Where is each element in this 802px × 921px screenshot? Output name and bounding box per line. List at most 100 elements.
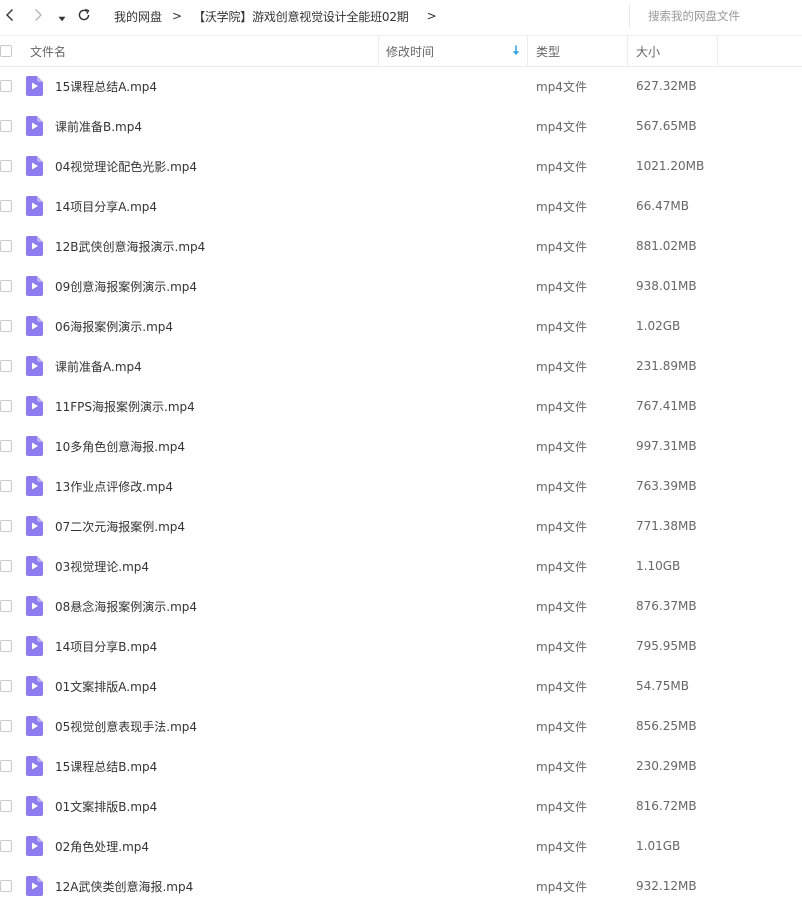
file-size: 938.01MB bbox=[636, 279, 697, 293]
table-row[interactable]: 14项目分享A.mp4 mp4文件 66.47MB bbox=[0, 186, 802, 226]
row-checkbox[interactable] bbox=[0, 440, 12, 452]
file-name[interactable]: 12B武侠创意海报演示.mp4 bbox=[55, 226, 205, 266]
search-input[interactable] bbox=[648, 6, 798, 26]
row-checkbox[interactable] bbox=[0, 200, 12, 212]
column-header-size[interactable]: 大小 bbox=[636, 36, 660, 66]
row-checkbox[interactable] bbox=[0, 240, 12, 252]
video-file-icon bbox=[26, 146, 43, 186]
row-checkbox[interactable] bbox=[0, 800, 12, 812]
file-type: mp4文件 bbox=[536, 319, 587, 334]
column-header-type[interactable]: 类型 bbox=[536, 36, 560, 66]
table-row[interactable]: 01文案排版B.mp4 mp4文件 816.72MB bbox=[0, 786, 802, 826]
row-checkbox[interactable] bbox=[0, 760, 12, 772]
breadcrumb-current-folder[interactable]: 【沃学院】游戏创意视觉设计全能班02期 bbox=[193, 8, 409, 25]
file-name[interactable]: 07二次元海报案例.mp4 bbox=[55, 506, 185, 546]
file-type: mp4文件 bbox=[536, 839, 587, 854]
row-checkbox[interactable] bbox=[0, 720, 12, 732]
file-name[interactable]: 01文案排版A.mp4 bbox=[55, 666, 157, 706]
table-row[interactable]: 05视觉创意表现手法.mp4 mp4文件 856.25MB bbox=[0, 706, 802, 746]
table-row[interactable]: 课前准备A.mp4 mp4文件 231.89MB bbox=[0, 346, 802, 386]
video-file-icon bbox=[26, 186, 43, 226]
file-name[interactable]: 01文案排版B.mp4 bbox=[55, 786, 157, 826]
file-name[interactable]: 08悬念海报案例演示.mp4 bbox=[55, 586, 197, 626]
file-name[interactable]: 15课程总结A.mp4 bbox=[55, 66, 157, 106]
row-checkbox[interactable] bbox=[0, 560, 12, 572]
breadcrumb-separator: > bbox=[172, 9, 183, 23]
column-divider[interactable] bbox=[627, 36, 628, 66]
file-size: 567.65MB bbox=[636, 119, 697, 133]
table-row[interactable]: 15课程总结B.mp4 mp4文件 230.29MB bbox=[0, 746, 802, 786]
column-divider[interactable] bbox=[378, 36, 379, 66]
file-name[interactable]: 11FPS海报案例演示.mp4 bbox=[55, 386, 195, 426]
select-all-checkbox[interactable] bbox=[0, 45, 12, 57]
column-divider[interactable] bbox=[527, 36, 528, 66]
column-header-mtime[interactable]: 修改时间 bbox=[386, 36, 526, 66]
row-checkbox[interactable] bbox=[0, 360, 12, 372]
file-name[interactable]: 14项目分享A.mp4 bbox=[55, 186, 157, 226]
row-checkbox-cell bbox=[0, 106, 12, 146]
table-row[interactable]: 12A武侠类创意海报.mp4 mp4文件 932.12MB bbox=[0, 866, 802, 906]
row-checkbox[interactable] bbox=[0, 520, 12, 532]
table-row[interactable]: 07二次元海报案例.mp4 mp4文件 771.38MB bbox=[0, 506, 802, 546]
table-row[interactable]: 12B武侠创意海报演示.mp4 mp4文件 881.02MB bbox=[0, 226, 802, 266]
row-checkbox[interactable] bbox=[0, 600, 12, 612]
table-row[interactable]: 11FPS海报案例演示.mp4 mp4文件 767.41MB bbox=[0, 386, 802, 426]
history-dropdown-button[interactable] bbox=[54, 4, 70, 28]
row-checkbox[interactable] bbox=[0, 640, 12, 652]
table-row[interactable]: 09创意海报案例演示.mp4 mp4文件 938.01MB bbox=[0, 266, 802, 306]
row-checkbox[interactable] bbox=[0, 680, 12, 692]
row-checkbox[interactable] bbox=[0, 840, 12, 852]
video-file-icon bbox=[26, 866, 43, 906]
file-name[interactable]: 09创意海报案例演示.mp4 bbox=[55, 266, 197, 306]
row-checkbox-cell bbox=[0, 426, 12, 466]
file-type: mp4文件 bbox=[536, 879, 587, 894]
row-checkbox[interactable] bbox=[0, 80, 12, 92]
table-row[interactable]: 14项目分享B.mp4 mp4文件 795.95MB bbox=[0, 626, 802, 666]
table-row[interactable]: 13作业点评修改.mp4 mp4文件 763.39MB bbox=[0, 466, 802, 506]
row-checkbox[interactable] bbox=[0, 320, 12, 332]
table-row[interactable]: 课前准备B.mp4 mp4文件 567.65MB bbox=[0, 106, 802, 146]
row-checkbox[interactable] bbox=[0, 120, 12, 132]
forward-button[interactable] bbox=[26, 4, 50, 28]
table-row[interactable]: 10多角色创意海报.mp4 mp4文件 997.31MB bbox=[0, 426, 802, 466]
file-name[interactable]: 05视觉创意表现手法.mp4 bbox=[55, 706, 197, 746]
file-name[interactable]: 14项目分享B.mp4 bbox=[55, 626, 157, 666]
row-checkbox[interactable] bbox=[0, 280, 12, 292]
table-row[interactable]: 15课程总结A.mp4 mp4文件 627.32MB bbox=[0, 66, 802, 106]
file-size: 230.29MB bbox=[636, 759, 697, 773]
back-button[interactable] bbox=[0, 4, 20, 28]
file-size: 1.01GB bbox=[636, 839, 681, 853]
table-row[interactable]: 03视觉理论.mp4 mp4文件 1.10GB bbox=[0, 546, 802, 586]
table-row[interactable]: 02角色处理.mp4 mp4文件 1.01GB bbox=[0, 826, 802, 866]
file-name[interactable]: 课前准备B.mp4 bbox=[55, 106, 142, 146]
file-type: mp4文件 bbox=[536, 599, 587, 614]
file-name[interactable]: 12A武侠类创意海报.mp4 bbox=[55, 866, 193, 906]
table-row[interactable]: 06海报案例演示.mp4 mp4文件 1.02GB bbox=[0, 306, 802, 346]
row-checkbox[interactable] bbox=[0, 160, 12, 172]
table-header: 文件名 修改时间 类型 大小 bbox=[0, 35, 802, 67]
row-checkbox[interactable] bbox=[0, 880, 12, 892]
row-checkbox-cell bbox=[0, 186, 12, 226]
breadcrumb-home[interactable]: 我的网盘 bbox=[102, 8, 162, 25]
file-name[interactable]: 13作业点评修改.mp4 bbox=[55, 466, 173, 506]
column-divider[interactable] bbox=[717, 36, 718, 66]
chevron-left-icon bbox=[5, 7, 15, 26]
file-name[interactable]: 06海报案例演示.mp4 bbox=[55, 306, 173, 346]
file-name[interactable]: 15课程总结B.mp4 bbox=[55, 746, 157, 786]
row-checkbox-cell bbox=[0, 506, 12, 546]
table-row[interactable]: 01文案排版A.mp4 mp4文件 54.75MB bbox=[0, 666, 802, 706]
file-name[interactable]: 10多角色创意海报.mp4 bbox=[55, 426, 185, 466]
file-name[interactable]: 课前准备A.mp4 bbox=[55, 346, 142, 386]
sort-descending-icon bbox=[512, 45, 520, 59]
breadcrumb-trailing-separator[interactable]: > bbox=[427, 9, 437, 23]
file-name[interactable]: 03视觉理论.mp4 bbox=[55, 546, 149, 586]
file-name[interactable]: 02角色处理.mp4 bbox=[55, 826, 149, 866]
caret-down-icon bbox=[58, 7, 66, 26]
row-checkbox[interactable] bbox=[0, 400, 12, 412]
refresh-button[interactable] bbox=[72, 4, 96, 28]
table-row[interactable]: 04视觉理论配色光影.mp4 mp4文件 1021.20MB bbox=[0, 146, 802, 186]
column-header-name[interactable]: 文件名 bbox=[30, 36, 66, 66]
table-row[interactable]: 08悬念海报案例演示.mp4 mp4文件 876.37MB bbox=[0, 586, 802, 626]
file-name[interactable]: 04视觉理论配色光影.mp4 bbox=[55, 146, 197, 186]
row-checkbox[interactable] bbox=[0, 480, 12, 492]
